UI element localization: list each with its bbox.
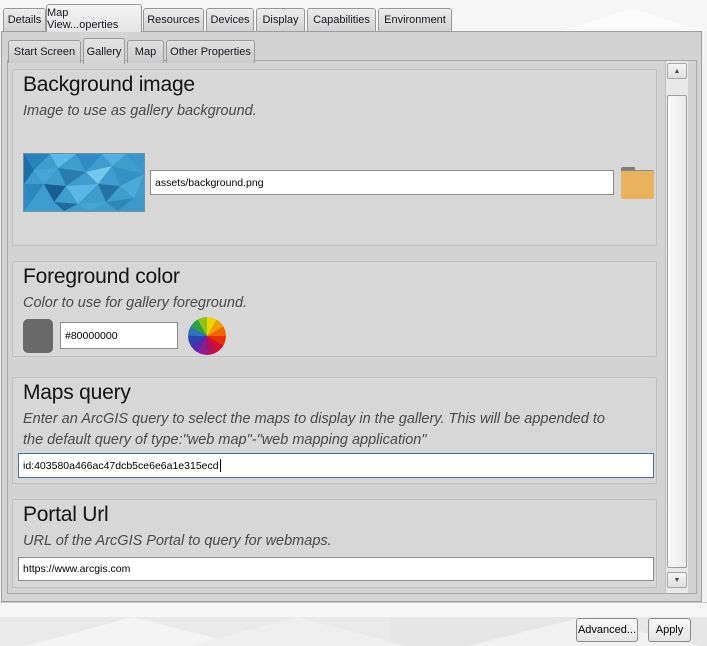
tab-map[interactable]: Map xyxy=(127,40,164,63)
scroll-up-icon: ▲ xyxy=(673,67,681,75)
footer-spacer xyxy=(0,602,707,618)
app-window: Details Map View...operties Resources De… xyxy=(0,0,707,646)
section-title: Portal Url xyxy=(23,503,109,526)
section-title: Foreground color xyxy=(23,265,180,288)
page-background-right xyxy=(703,31,707,602)
scrollbar-thumb[interactable] xyxy=(667,95,687,568)
apply-button-label: Apply xyxy=(655,624,684,636)
section-title: Background image xyxy=(23,73,195,96)
advanced-button[interactable]: Advanced... xyxy=(576,618,638,642)
section-foreground-color: Foreground color Color to use for galler… xyxy=(12,261,657,357)
section-description: Image to use as gallery background. xyxy=(23,103,257,119)
folder-icon-body xyxy=(621,171,654,199)
footer-triangle-decor xyxy=(190,617,407,646)
lowpoly-thumbnail-art xyxy=(24,154,144,211)
tab-label: Devices xyxy=(210,14,250,26)
vertical-scrollbar[interactable]: ▲ ▼ xyxy=(665,61,688,593)
tab-details[interactable]: Details xyxy=(3,8,46,31)
section-portal-url: Portal Url URL of the ArcGIS Portal to q… xyxy=(12,499,657,588)
tab-display[interactable]: Display xyxy=(256,8,305,31)
text-caret xyxy=(219,459,221,472)
tab-label: Other Properties xyxy=(170,46,251,58)
tab-label: Display xyxy=(262,14,299,26)
scroll-down-icon: ▼ xyxy=(673,576,681,584)
color-swatch[interactable] xyxy=(23,319,53,353)
section-description: Color to use for gallery foreground. xyxy=(23,295,248,311)
tab-label: Map View...operties xyxy=(47,6,119,31)
tab-label: Resources xyxy=(147,14,200,26)
maps-query-text: id:403580a466ac47dcb5ce6e6a1e315ecd xyxy=(23,459,219,472)
tab-map-view-properties[interactable]: Map View...operties xyxy=(46,4,142,32)
scroll-up-button[interactable]: ▲ xyxy=(667,63,687,79)
tab-devices[interactable]: Devices xyxy=(206,8,254,31)
tab-label: Map xyxy=(134,46,157,58)
foreground-color-input[interactable] xyxy=(60,322,178,349)
tab-label: Environment xyxy=(384,14,446,26)
tab-capabilities[interactable]: Capabilities xyxy=(307,8,376,31)
apply-button[interactable]: Apply xyxy=(648,618,691,642)
section-description: Enter an ArcGIS query to select the maps… xyxy=(23,411,605,448)
tab-resources[interactable]: Resources xyxy=(143,8,204,31)
tab-start-screen[interactable]: Start Screen xyxy=(8,40,81,63)
tab-environment[interactable]: Environment xyxy=(378,8,452,31)
scroll-down-button[interactable]: ▼ xyxy=(667,572,687,588)
portal-url-input[interactable] xyxy=(18,557,654,581)
section-title: Maps query xyxy=(23,381,131,404)
tab-label: Details xyxy=(7,14,42,26)
background-triangle-decor xyxy=(560,8,704,32)
tab-label: Capabilities xyxy=(313,14,370,26)
browse-folder-button[interactable] xyxy=(621,167,654,199)
tab-other-properties[interactable]: Other Properties xyxy=(166,40,255,63)
tab-gallery[interactable]: Gallery xyxy=(83,38,125,64)
section-background-image: Background image Image to use as gallery… xyxy=(12,69,657,246)
tab-label: Start Screen xyxy=(13,46,76,58)
color-wheel-icon[interactable] xyxy=(188,317,226,355)
advanced-button-label: Advanced... xyxy=(577,624,637,636)
background-image-path-input[interactable] xyxy=(150,170,614,195)
section-description: URL of the ArcGIS Portal to query for we… xyxy=(23,533,332,549)
tab-label: Gallery xyxy=(86,45,122,58)
maps-query-input[interactable]: id:403580a466ac47dcb5ce6e6a1e315ecd xyxy=(18,453,654,478)
section-maps-query: Maps query Enter an ArcGIS query to sele… xyxy=(12,377,657,484)
background-image-preview xyxy=(23,153,145,212)
